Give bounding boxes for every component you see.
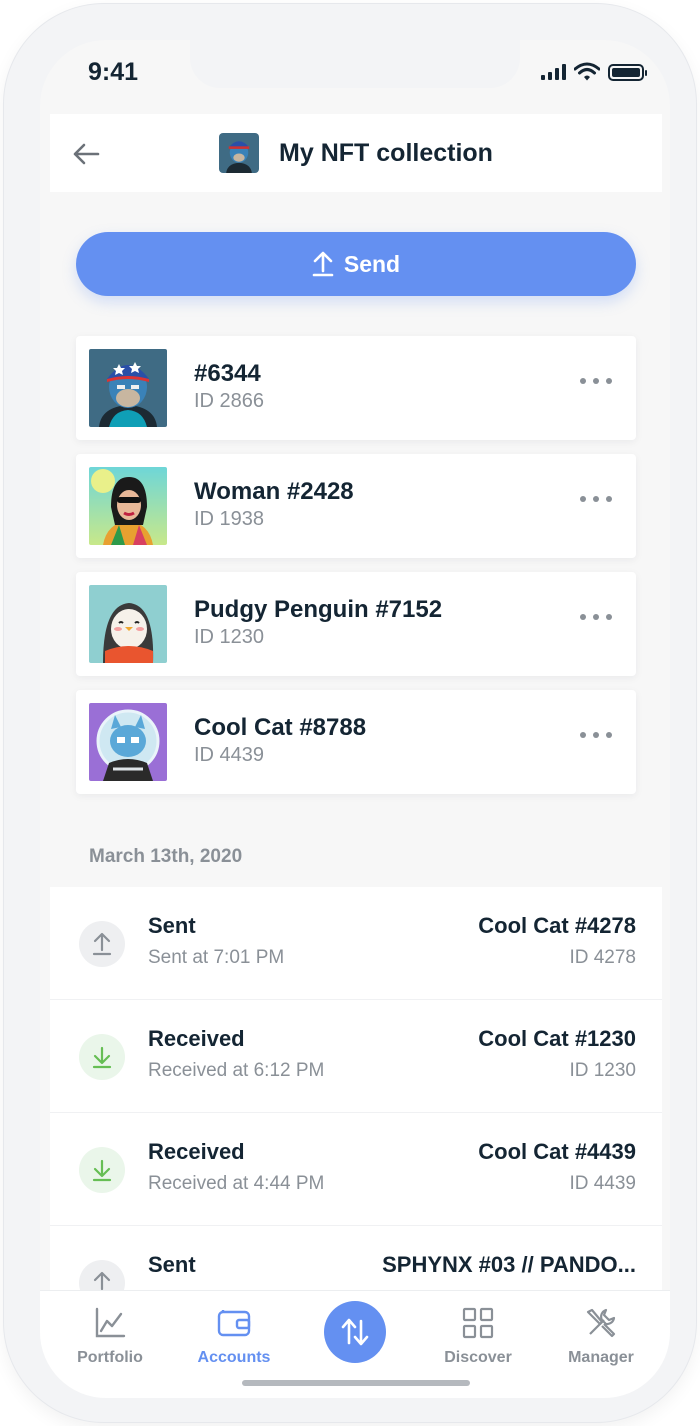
- header-title-group: My NFT collection: [219, 133, 493, 173]
- tab-accounts[interactable]: Accounts: [174, 1305, 294, 1367]
- status-icons: [541, 62, 647, 82]
- nft-id: ID 4439: [194, 744, 265, 766]
- nft-text: Woman #2428 ID 1938: [194, 478, 354, 532]
- nft-id: ID 1938: [194, 508, 265, 530]
- nft-id: ID 2866: [194, 390, 265, 412]
- nft-card[interactable]: Cool Cat #8788 ID 4439: [76, 690, 636, 794]
- notch: [190, 40, 520, 88]
- transaction-row[interactable]: Received Received at 4:44 PM Cool Cat #4…: [50, 1113, 662, 1226]
- transaction-nft-id: ID 4278: [569, 947, 636, 968]
- phone-frame: 9:41 My NFT collection Send #6344 ID 286…: [4, 4, 696, 1422]
- transaction-time: Sent at 7:01 PM: [148, 947, 285, 968]
- tools-icon: [583, 1305, 619, 1341]
- nft-name: Pudgy Penguin #7152: [194, 596, 443, 623]
- nft-list: #6344 ID 2866 Woman #2428 ID 1938 Pudgy …: [76, 336, 636, 808]
- battery-icon: [608, 63, 647, 81]
- nft-card[interactable]: Woman #2428 ID 1938: [76, 454, 636, 558]
- status-time: 9:41: [88, 58, 139, 86]
- transaction-row[interactable]: Sent Sent at 7:01 PM Cool Cat #4278 ID 4…: [50, 887, 662, 1000]
- transaction-nft: Cool Cat #4439: [478, 1139, 636, 1164]
- more-options-icon[interactable]: [580, 614, 612, 620]
- transaction-time: Received at 4:44 PM: [148, 1173, 325, 1194]
- tab-portfolio[interactable]: Portfolio: [50, 1305, 170, 1367]
- more-options-icon[interactable]: [580, 732, 612, 738]
- transaction-nft: SPHYNX #03 // PANDO...: [382, 1252, 636, 1277]
- transaction-time: Received at 6:12 PM: [148, 1060, 325, 1081]
- nft-name: #6344: [194, 360, 261, 387]
- tab-manager[interactable]: Manager: [541, 1305, 661, 1367]
- nft-name: Woman #2428: [194, 478, 354, 505]
- back-button[interactable]: [70, 138, 102, 170]
- nft-thumbnail-woman: [89, 467, 167, 545]
- nft-thumbnail-penguin: [89, 585, 167, 663]
- received-arrow-icon: [79, 1147, 125, 1193]
- wifi-icon: [574, 62, 600, 81]
- arrow-left-icon: [73, 143, 100, 165]
- nft-thumbnail-cat: [89, 703, 167, 781]
- transaction-type: Sent: [148, 1252, 196, 1277]
- grid-icon: [460, 1305, 496, 1341]
- transaction-type: Received: [148, 1026, 245, 1051]
- transaction-type: Sent: [148, 913, 196, 938]
- upload-arrow-icon: [312, 251, 334, 277]
- nft-thumbnail-ape: [89, 349, 167, 427]
- page-title: My NFT collection: [279, 138, 493, 167]
- more-options-icon[interactable]: [580, 378, 612, 384]
- transfer-button[interactable]: [324, 1301, 386, 1363]
- tab-label: Discover: [444, 1349, 512, 1366]
- nft-card[interactable]: #6344 ID 2866: [76, 336, 636, 440]
- collection-avatar: [219, 133, 260, 173]
- nft-card[interactable]: Pudgy Penguin #7152 ID 1230: [76, 572, 636, 676]
- send-button[interactable]: Send: [76, 232, 636, 296]
- tab-label: Portfolio: [77, 1349, 143, 1366]
- signal-icon: [541, 64, 566, 80]
- chart-icon: [92, 1305, 128, 1341]
- transaction-nft: Cool Cat #4278: [478, 913, 636, 938]
- nft-id: ID 1230: [194, 626, 265, 648]
- transaction-nft-id: ID 1230: [569, 1060, 636, 1081]
- tab-discover[interactable]: Discover: [418, 1305, 538, 1367]
- tab-label: Accounts: [197, 1349, 271, 1366]
- home-indicator: [242, 1380, 470, 1386]
- wallet-icon: [216, 1305, 252, 1341]
- transaction-type: Received: [148, 1139, 245, 1164]
- transaction-row[interactable]: Received Received at 6:12 PM Cool Cat #1…: [50, 1000, 662, 1113]
- history-date: March 13th, 2020: [89, 846, 243, 867]
- nft-text: Cool Cat #8788 ID 4439: [194, 714, 366, 768]
- tab-label: Manager: [568, 1349, 634, 1366]
- transaction-nft-id: ID 4439: [569, 1173, 636, 1194]
- screen: 9:41 My NFT collection Send #6344 ID 286…: [40, 40, 670, 1398]
- nft-name: Cool Cat #8788: [194, 714, 367, 741]
- transfer-arrows-icon: [341, 1318, 369, 1346]
- transaction-list: Sent Sent at 7:01 PM Cool Cat #4278 ID 4…: [50, 887, 662, 1339]
- nft-text: #6344 ID 2866: [194, 360, 264, 414]
- app-header: My NFT collection: [50, 114, 662, 192]
- more-options-icon[interactable]: [580, 496, 612, 502]
- send-button-label: Send: [343, 250, 401, 277]
- sent-arrow-icon: [79, 921, 125, 967]
- nft-text: Pudgy Penguin #7152 ID 1230: [194, 596, 442, 650]
- transaction-nft: Cool Cat #1230: [478, 1026, 636, 1051]
- received-arrow-icon: [79, 1034, 125, 1080]
